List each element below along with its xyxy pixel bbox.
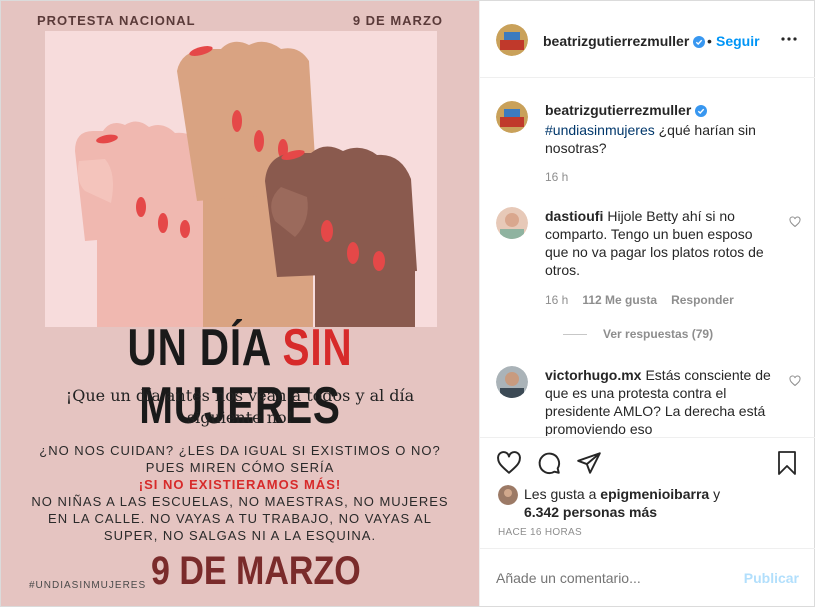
post-actions: Les gusta a epigmenioibarra y 6.342 pers… [480,437,815,548]
like-comment-heart-icon[interactable] [789,215,801,233]
share-paper-plane-icon[interactable] [576,450,602,481]
poster-date: 9 DE MARZO [151,549,361,593]
header-username[interactable]: beatrizgutierrezmuller [543,33,706,51]
comment-input[interactable] [496,570,726,586]
likes-text: Les gusta a epigmenioibarra y 6.342 pers… [524,485,728,521]
replies-divider [563,334,587,336]
follow-button[interactable]: Seguir [716,33,760,49]
comment-time[interactable]: 16 h [545,293,568,307]
like-comment-heart-icon[interactable] [789,374,801,392]
publish-button[interactable]: Publicar [744,570,799,586]
caption-meta: 16 h [545,170,582,184]
header-separator: • [707,33,712,49]
likes-summary: Les gusta a epigmenioibarra y 6.342 pers… [498,485,728,521]
verified-badge-icon [695,103,708,121]
poster-body-red: ¡SI NO EXISTIERAMOS MÁS! [138,477,342,492]
comment-username[interactable]: dastioufi [545,208,603,224]
poster-subtitle: ¡Que un día antes nos vean a todos y al … [65,386,415,427]
instagram-post-modal: PROTESTA NACIONAL 9 DE MARZO UN DÍA SIN … [0,0,815,607]
username-text: beatrizgutierrezmuller [543,33,690,49]
more-options-icon[interactable] [781,31,797,52]
comment-likes[interactable]: 112 Me gusta [582,293,657,307]
avatar[interactable] [498,485,518,505]
comment-username[interactable]: victorhugo.mx [545,367,641,383]
caption-username[interactable]: beatrizgutierrezmuller [545,102,691,118]
likes-others[interactable]: 6.342 personas más [524,504,657,520]
poster-top-left: PROTESTA NACIONAL [37,13,196,28]
comments-list[interactable]: beatrizgutierrezmuller #undiasinmujeres … [480,78,815,436]
poster-body-line: NO NIÑAS A LAS ESCUELAS, NO MAESTRAS, NO… [31,494,449,543]
liker-username[interactable]: epigmenioibarra [600,486,709,502]
poster-body-line: ¿NO NOS CUIDAN? ¿LES DA IGUAL SI EXISTIM… [39,443,441,475]
avatar[interactable] [496,207,528,239]
caption: beatrizgutierrezmuller #undiasinmujeres … [496,101,801,201]
caption-body: beatrizgutierrezmuller #undiasinmujeres … [545,101,775,157]
save-bookmark-icon[interactable] [775,450,799,481]
comment-item: dastioufi Hijole Betty ahí si no comparto… [496,207,801,347]
poster-fists-illustration [45,31,437,327]
poster-body: ¿NO NOS CUIDAN? ¿LES DA IGUAL SI EXISTIM… [21,442,459,544]
view-replies-label: Ver respuestas (79) [603,327,714,341]
caption-hashtag[interactable]: #undiasinmujeres [545,122,655,138]
comment-bubble-icon[interactable] [536,450,562,481]
verified-badge-icon [693,35,706,51]
avatar[interactable] [496,24,528,56]
headline-red-part: SIN [282,319,353,377]
avatar[interactable] [496,101,528,133]
add-comment-bar: Publicar [480,548,815,607]
reply-button[interactable]: Responder [671,293,734,307]
likes-prefix: Les gusta a [524,486,601,502]
comment-meta: 16 h 112 Me gusta Responder [545,293,748,307]
caption-time[interactable]: 16 h [545,170,568,184]
likes-middle: y [709,486,721,502]
comment-body: victorhugo.mx Estás consciente de que es … [545,366,775,436]
headline-part: UN DÍA [127,319,283,377]
comment-body: dastioufi Hijole Betty ahí si no comparto… [545,207,775,279]
view-replies-button[interactable]: Ver respuestas (79) [563,327,713,341]
avatar[interactable] [496,366,528,398]
poster-top-right: 9 DE MARZO [352,13,443,28]
post-timestamp[interactable]: HACE 16 HORAS [498,527,582,538]
post-header: beatrizgutierrezmuller • Seguir [480,1,815,78]
like-heart-icon[interactable] [496,450,522,481]
comment-item: victorhugo.mx Estás consciente de que es … [496,366,801,436]
post-side-panel: beatrizgutierrezmuller • Seguir beatrizg… [479,1,815,606]
poster-hashtag: #UNDIASINMUJERES [29,580,147,591]
post-image[interactable]: PROTESTA NACIONAL 9 DE MARZO UN DÍA SIN … [1,1,479,606]
